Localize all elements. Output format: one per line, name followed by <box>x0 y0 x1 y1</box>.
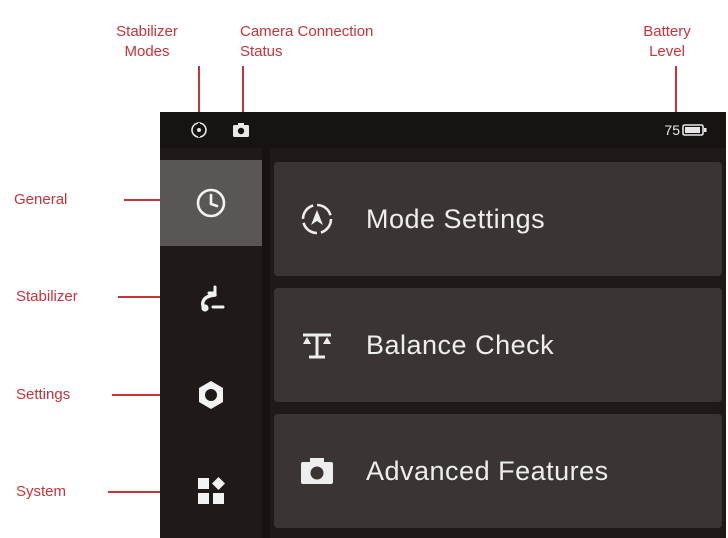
sidebar-divider <box>262 148 270 538</box>
callout-line-2: Modes <box>124 43 170 60</box>
sidebar-item-system[interactable] <box>160 448 262 534</box>
callout-line-1: Stabilizer <box>116 23 178 40</box>
battery-percent: 75 <box>664 122 680 138</box>
stabilizer-modes-leader <box>198 66 200 112</box>
camera-connection-callout: Camera Connection Status <box>240 22 373 62</box>
mode-settings-label: Mode Settings <box>366 203 546 234</box>
balance-scale-icon <box>303 333 331 359</box>
callout-line-1: Camera Connection <box>240 23 374 40</box>
system-callout: System <box>16 483 67 500</box>
sidebar-item-stabilizer[interactable] <box>160 256 262 342</box>
battery-level-callout: Battery Level <box>622 22 712 62</box>
stabilizer-modes-callout: Stabilizer Modes <box>92 22 202 62</box>
camera-icon <box>232 121 250 139</box>
advanced-features-label: Advanced Features <box>366 455 609 486</box>
camera-connection-leader <box>242 66 244 112</box>
battery-icon <box>682 121 708 139</box>
stabilizer-mode-icon[interactable] <box>190 121 208 139</box>
advanced-features-button[interactable]: Advanced Features <box>274 414 722 528</box>
mode-settings-button[interactable]: Mode Settings <box>274 162 722 276</box>
sidebar-item-general[interactable] <box>160 160 262 246</box>
callout-line-2: Level <box>649 43 685 60</box>
camera-icon <box>301 458 333 484</box>
apps-icon <box>198 477 225 504</box>
callout-line-2: Status <box>240 43 283 60</box>
battery-level-leader <box>675 66 677 112</box>
settings-callout: Settings <box>16 386 71 403</box>
sidebar <box>160 148 262 538</box>
device-screen: 75 Mode Settings Balance Check Advanced … <box>160 112 726 538</box>
balance-check-button[interactable]: Balance Check <box>274 288 722 402</box>
stabilizer-callout: Stabilizer <box>16 288 78 305</box>
callout-line-1: Battery <box>643 23 691 40</box>
balance-check-label: Balance Check <box>366 329 555 360</box>
mode-compass-icon <box>301 203 333 235</box>
sidebar-item-settings[interactable] <box>160 352 262 438</box>
hexagon-icon <box>199 381 223 409</box>
clock-icon <box>196 188 226 218</box>
general-callout: General <box>14 191 68 208</box>
gimbal-icon <box>201 285 225 312</box>
status-bar: 75 <box>160 112 726 148</box>
